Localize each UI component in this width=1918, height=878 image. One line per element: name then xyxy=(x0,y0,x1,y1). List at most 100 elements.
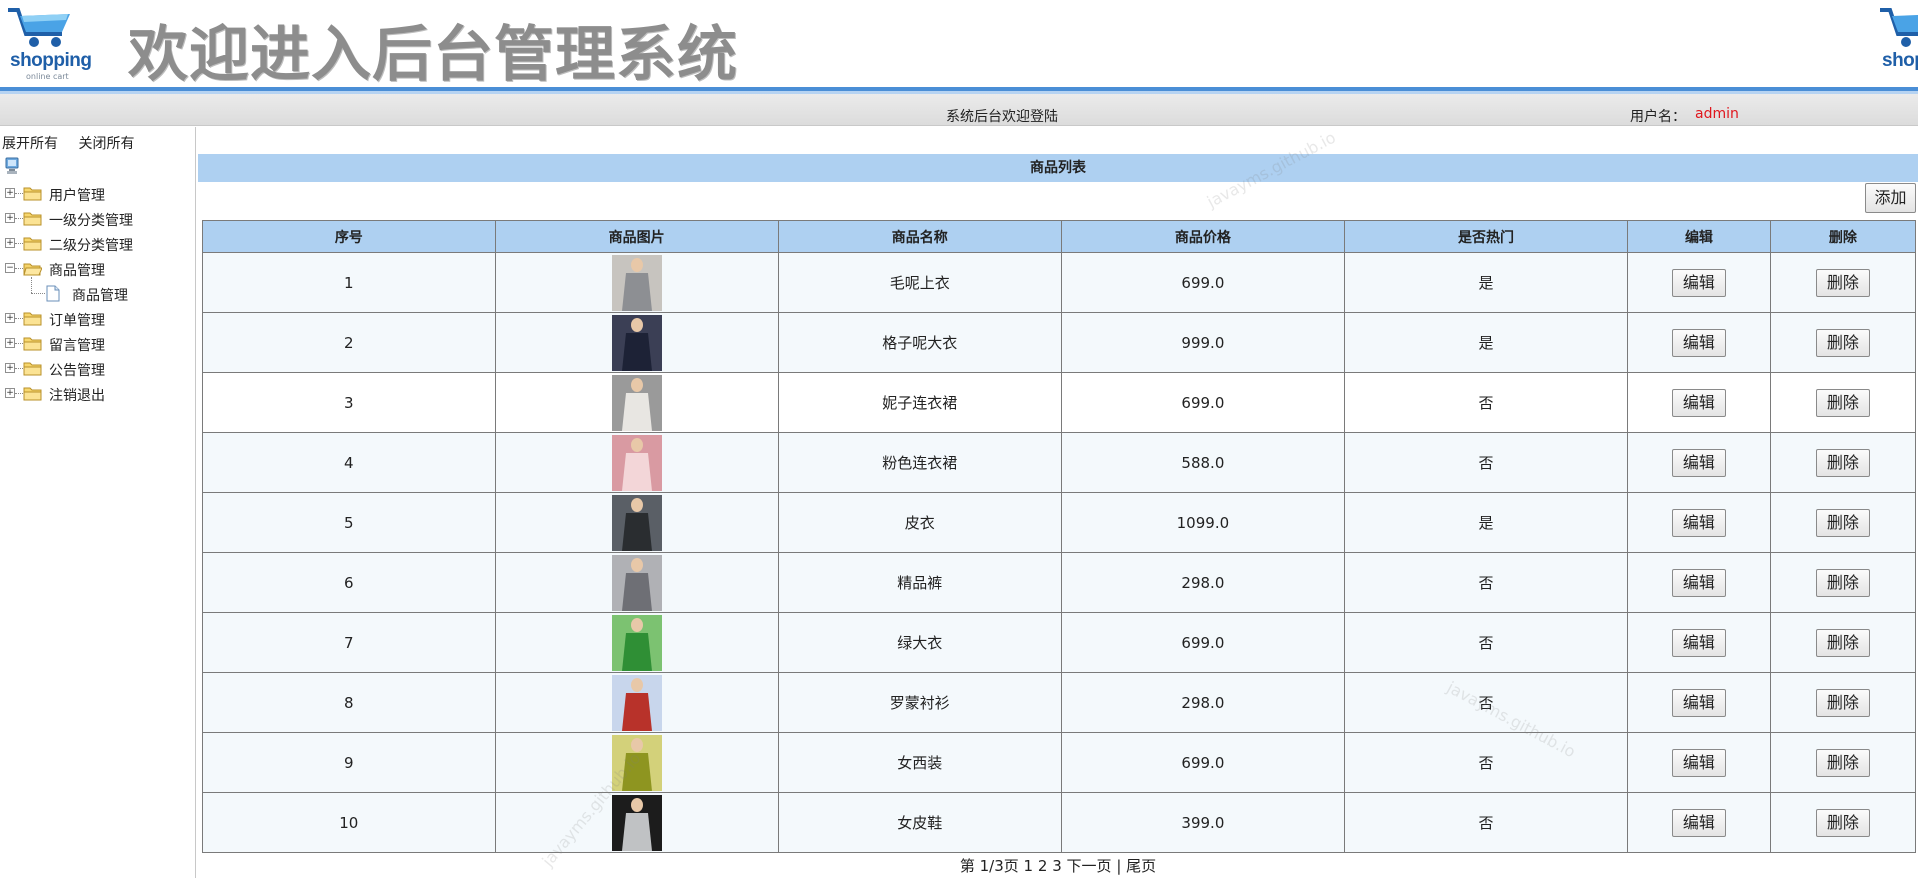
delete-button[interactable]: 删除 xyxy=(1815,688,1870,717)
product-thumbnail xyxy=(611,314,662,371)
delete-cell: 删除 xyxy=(1769,432,1917,493)
folder-open-icon xyxy=(23,263,42,276)
computer-icon xyxy=(5,157,19,174)
collapse-all-link[interactable]: 关闭所有 xyxy=(78,136,134,152)
product-image-cell xyxy=(494,552,779,613)
column-header: 序号 xyxy=(202,220,496,253)
expand-icon[interactable]: + xyxy=(5,388,15,398)
page-link-2[interactable]: 2 xyxy=(1038,857,1048,875)
product-thumbnail xyxy=(611,434,662,491)
edit-button[interactable]: 编辑 xyxy=(1671,448,1726,477)
delete-button[interactable]: 删除 xyxy=(1815,628,1870,657)
header: shopping online cart 欢迎进入后台管理系统 shopping xyxy=(0,0,1918,94)
folder-icon xyxy=(23,312,42,326)
sidebar-subitem-label[interactable]: 商品管理 xyxy=(72,285,128,305)
product-image-cell xyxy=(494,732,779,793)
product-name: 妮子连衣裙 xyxy=(777,372,1062,433)
list-title: 商品列表 xyxy=(198,154,1918,182)
page-link-1[interactable]: 1 xyxy=(1024,857,1034,875)
sidebar-item-label[interactable]: 留言管理 xyxy=(49,335,105,355)
expand-icon[interactable]: + xyxy=(5,338,15,348)
folder-icon xyxy=(23,187,42,201)
product-hot: 否 xyxy=(1343,372,1629,433)
page-link-3[interactable]: 3 xyxy=(1052,857,1062,875)
product-image-cell xyxy=(494,672,779,733)
page-icon xyxy=(46,285,60,302)
edit-button[interactable]: 编辑 xyxy=(1671,628,1726,657)
product-name: 绿大衣 xyxy=(777,612,1062,673)
table-row: 10 女皮鞋 399.0 否 编辑 删除 xyxy=(202,792,1917,853)
expand-icon[interactable]: + xyxy=(5,238,15,248)
column-header: 删除 xyxy=(1769,220,1917,253)
edit-button[interactable]: 编辑 xyxy=(1671,328,1726,357)
table-row: 5 皮衣 1099.0 是 编辑 删除 xyxy=(202,492,1917,553)
collapse-icon[interactable]: − xyxy=(5,263,15,273)
row-number: 4 xyxy=(202,432,496,493)
tree-connector xyxy=(15,368,23,369)
expand-icon[interactable]: + xyxy=(5,363,15,373)
sidebar-item[interactable]: + 二级分类管理 xyxy=(0,231,196,256)
sidebar-item[interactable]: + 用户管理 xyxy=(0,181,196,206)
edit-button[interactable]: 编辑 xyxy=(1671,268,1726,297)
row-number: 6 xyxy=(202,552,496,613)
sidebar-item[interactable]: + 公告管理 xyxy=(0,356,196,381)
edit-button[interactable]: 编辑 xyxy=(1671,748,1726,777)
tree-connector xyxy=(15,393,23,394)
row-number: 5 xyxy=(202,492,496,553)
table-header-row: 序号 商品图片 商品名称 商品价格 是否热门 编辑 删除 xyxy=(202,220,1917,253)
sidebar-item[interactable]: + 订单管理 xyxy=(0,306,196,331)
delete-button[interactable]: 删除 xyxy=(1815,568,1870,597)
sidebar-item-label[interactable]: 二级分类管理 xyxy=(49,235,133,255)
sidebar-item-label[interactable]: 订单管理 xyxy=(49,310,105,330)
delete-cell: 删除 xyxy=(1769,312,1917,373)
delete-cell: 删除 xyxy=(1769,612,1917,673)
product-name: 女西装 xyxy=(777,732,1062,793)
edit-button[interactable]: 编辑 xyxy=(1671,568,1726,597)
sidebar-item-label[interactable]: 一级分类管理 xyxy=(49,210,133,230)
product-thumbnail xyxy=(611,554,662,611)
edit-button[interactable]: 编辑 xyxy=(1671,808,1726,837)
sidebar-subitem[interactable]: 商品管理 xyxy=(0,277,196,306)
delete-button[interactable]: 删除 xyxy=(1815,448,1870,477)
table-row: 3 妮子连衣裙 699.0 否 编辑 删除 xyxy=(202,372,1917,433)
edit-button[interactable]: 编辑 xyxy=(1671,688,1726,717)
product-hot: 否 xyxy=(1343,432,1629,493)
sidebar-item[interactable]: + 注销退出 xyxy=(0,381,196,406)
product-thumbnail xyxy=(611,254,662,311)
delete-button[interactable]: 删除 xyxy=(1815,268,1870,297)
delete-button[interactable]: 删除 xyxy=(1815,328,1870,357)
delete-cell: 删除 xyxy=(1769,372,1917,433)
sidebar-item[interactable]: + 一级分类管理 xyxy=(0,206,196,231)
product-price: 699.0 xyxy=(1060,612,1345,673)
delete-button[interactable]: 删除 xyxy=(1815,808,1870,837)
tree-controls: 展开所有 关闭所有 xyxy=(2,133,150,153)
add-button[interactable]: 添加 xyxy=(1865,183,1916,213)
edit-cell: 编辑 xyxy=(1627,552,1771,613)
delete-button[interactable]: 删除 xyxy=(1815,508,1870,537)
expand-all-link[interactable]: 展开所有 xyxy=(2,136,58,152)
logo-text-right: shopping xyxy=(1882,50,1918,71)
table-row: 1 毛呢上衣 699.0 是 编辑 删除 xyxy=(202,252,1917,313)
delete-button[interactable]: 删除 xyxy=(1815,748,1870,777)
sidebar-item-label[interactable]: 注销退出 xyxy=(49,385,105,405)
sidebar-item-label[interactable]: 商品管理 xyxy=(49,260,105,280)
product-price: 298.0 xyxy=(1060,672,1345,733)
sidebar-item[interactable]: + 留言管理 xyxy=(0,331,196,356)
sidebar-item-label[interactable]: 公告管理 xyxy=(49,360,105,380)
last-page-link[interactable]: 尾页 xyxy=(1126,857,1156,875)
product-name: 精品裤 xyxy=(777,552,1062,613)
next-page-link[interactable]: 下一页 xyxy=(1067,857,1112,875)
expand-icon[interactable]: + xyxy=(5,313,15,323)
edit-button[interactable]: 编辑 xyxy=(1671,508,1726,537)
sidebar-item[interactable]: − 商品管理 xyxy=(0,256,196,281)
edit-button[interactable]: 编辑 xyxy=(1671,388,1726,417)
expand-icon[interactable]: + xyxy=(5,213,15,223)
product-thumbnail xyxy=(611,734,662,791)
delete-button[interactable]: 删除 xyxy=(1815,388,1870,417)
product-hot: 否 xyxy=(1343,552,1629,613)
edit-cell: 编辑 xyxy=(1627,252,1771,313)
product-name: 格子呢大衣 xyxy=(777,312,1062,373)
sidebar-item-label[interactable]: 用户管理 xyxy=(49,185,105,205)
product-price: 298.0 xyxy=(1060,552,1345,613)
expand-icon[interactable]: + xyxy=(5,188,15,198)
